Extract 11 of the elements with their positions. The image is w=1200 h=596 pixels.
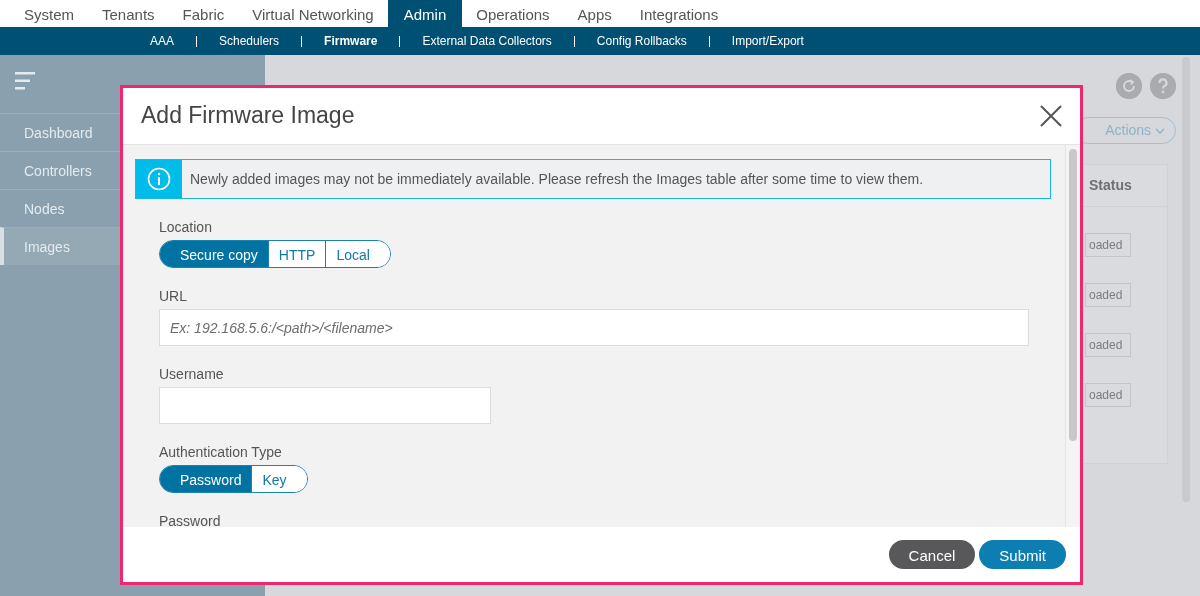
status-tag: oaded bbox=[1085, 233, 1132, 257]
alert-message: Newly added images may not be immediately available. Please refresh the Images table after some time to view them. bbox=[189, 169, 925, 189]
status-tag: oaded bbox=[1085, 283, 1132, 307]
field-label: Location bbox=[159, 218, 213, 237]
status-tag: oaded bbox=[1085, 333, 1132, 357]
field-label: URL bbox=[159, 287, 188, 306]
modal-title: Add Firmware Image bbox=[141, 102, 355, 130]
field-label: Username bbox=[159, 365, 225, 384]
status-tag: oaded bbox=[1085, 383, 1132, 407]
field-label: Authentication Type bbox=[159, 443, 283, 462]
field-label: Password bbox=[159, 512, 222, 527]
